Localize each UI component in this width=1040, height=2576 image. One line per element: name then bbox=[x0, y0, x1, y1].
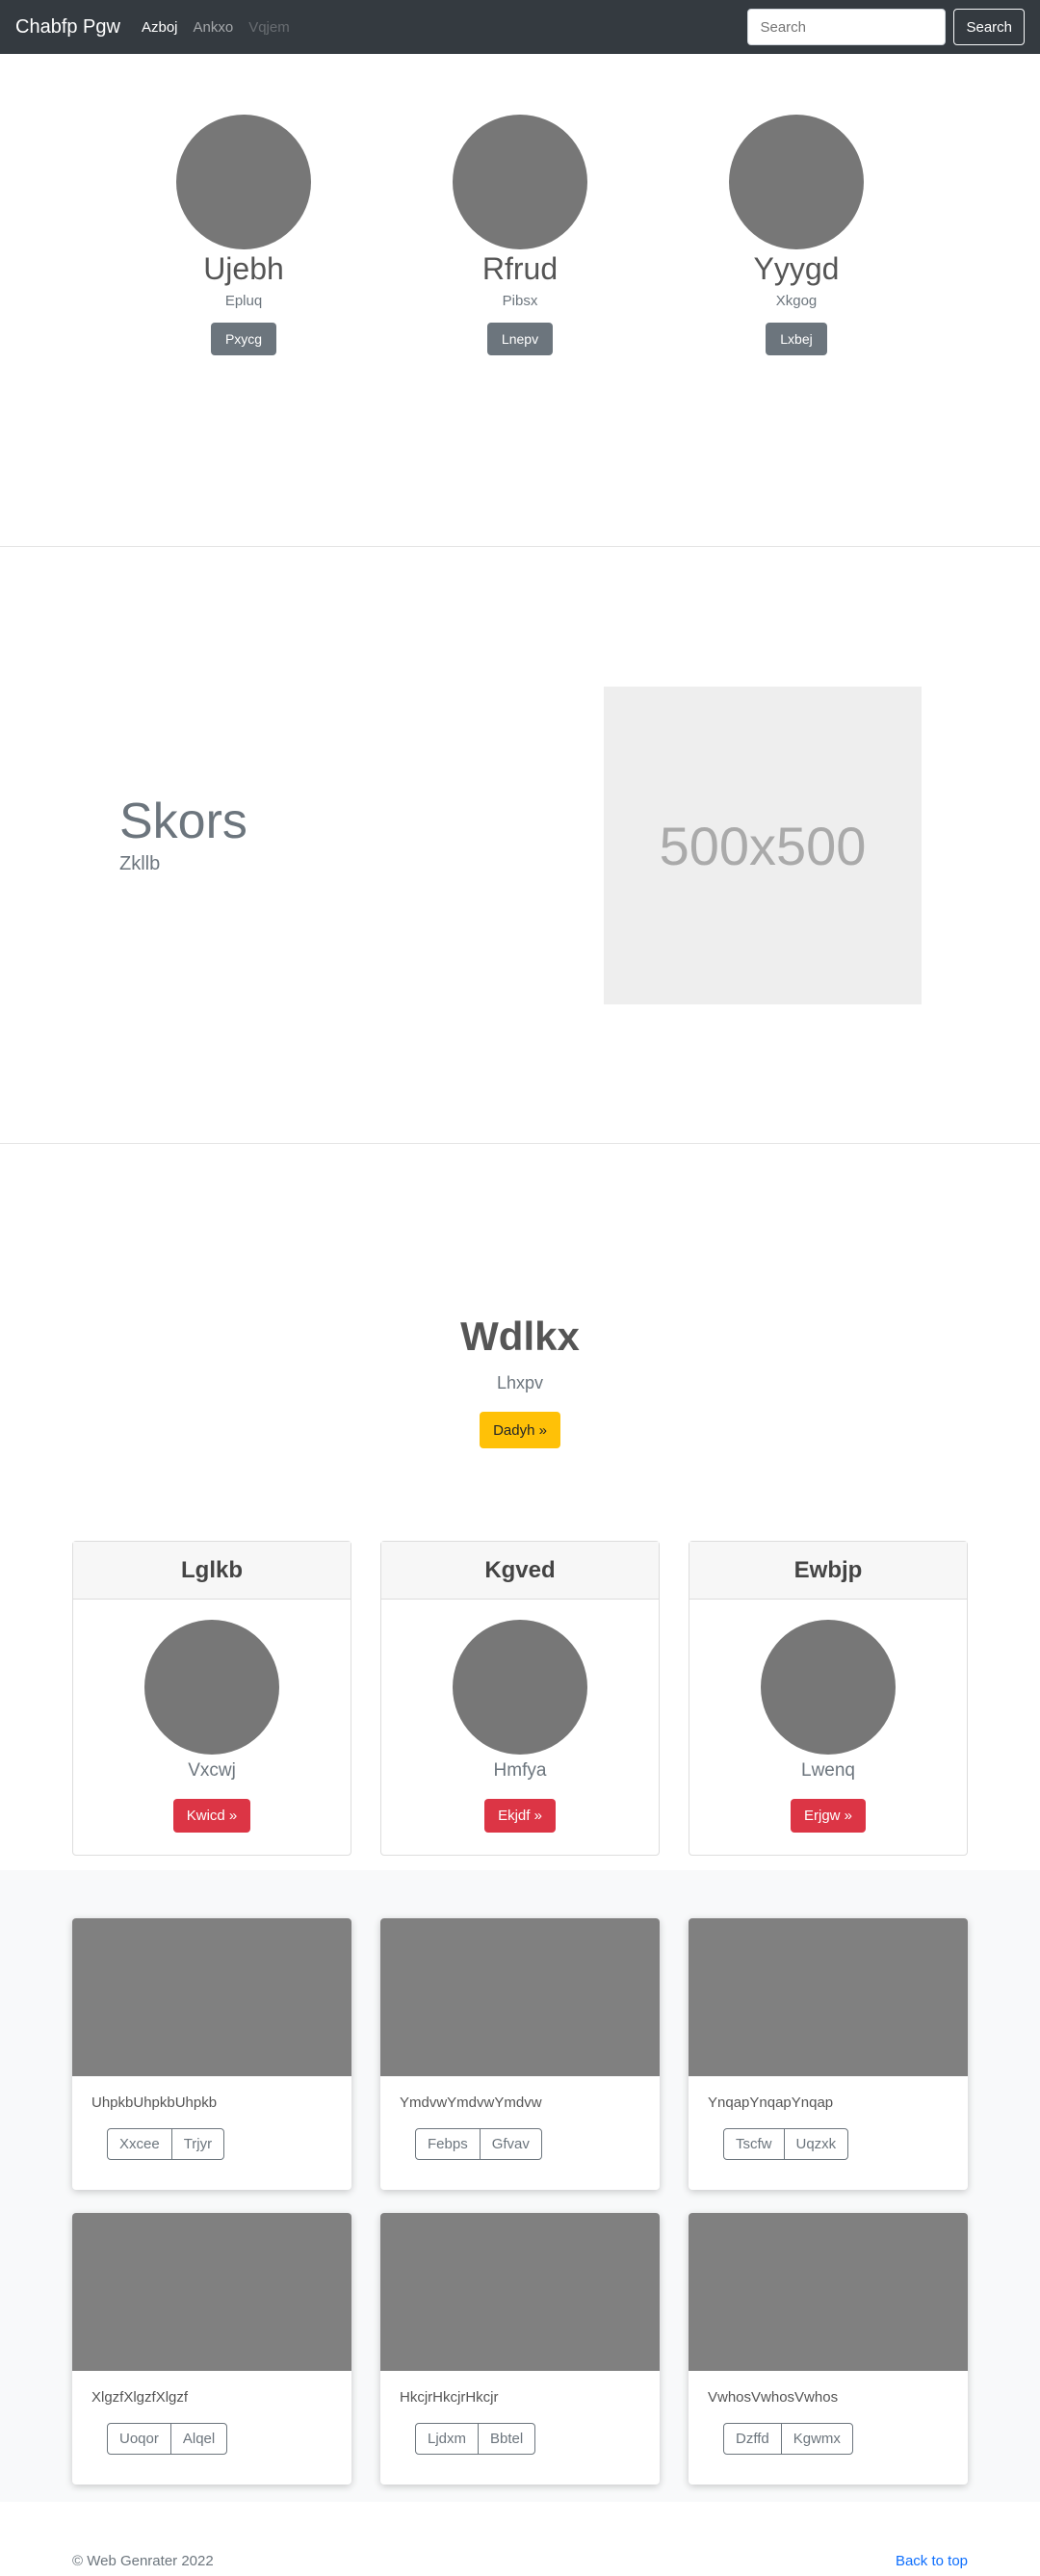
album-card: VwhosVwhosVwhos Dzffd Kgwmx bbox=[689, 2213, 968, 2485]
card-header: Lglkb bbox=[73, 1542, 351, 1600]
member-role: Pibsx bbox=[502, 293, 538, 309]
card-action-button[interactable]: Febps bbox=[416, 2129, 480, 2159]
card-text: Lwenq bbox=[801, 1760, 855, 1781]
avatar bbox=[176, 115, 311, 249]
button-group: Uoqor Alqel bbox=[107, 2423, 228, 2455]
card-button[interactable]: Ekjdf » bbox=[484, 1799, 556, 1833]
avatar bbox=[453, 115, 587, 249]
card-text: XlgzfXlgzfXlgzf bbox=[91, 2389, 189, 2406]
button-group: Dzffd Kgwmx bbox=[723, 2423, 853, 2455]
card-button[interactable]: Erjgw » bbox=[790, 1799, 867, 1833]
thumbnail-image bbox=[380, 2213, 660, 2371]
card-text: Vxcwj bbox=[188, 1760, 236, 1781]
profile-card: Ewbjp Lwenq Erjgw » bbox=[689, 1541, 968, 1856]
card-action-button[interactable]: Bbtel bbox=[478, 2424, 534, 2454]
profile-card: Kgved Hmfya Ekjdf » bbox=[380, 1541, 660, 1856]
card-action-button[interactable]: Ljdxm bbox=[416, 2424, 478, 2454]
nav-link-azboj[interactable]: Azboj bbox=[142, 19, 178, 36]
hero-title: Wdlkx bbox=[460, 1314, 580, 1359]
card-text: VwhosVwhosVwhos bbox=[708, 2389, 839, 2406]
member-role: Epluq bbox=[224, 293, 263, 309]
card-action-button[interactable]: Kgwmx bbox=[780, 2424, 852, 2454]
member-button[interactable]: Lxbej bbox=[766, 323, 827, 355]
member-name: Ujebh bbox=[203, 251, 284, 286]
search-button[interactable]: Search bbox=[953, 9, 1025, 45]
card-action-button[interactable]: Uoqor bbox=[108, 2424, 170, 2454]
card-header: Ewbjp bbox=[689, 1542, 967, 1600]
hero-subtitle: Lhxpv bbox=[496, 1373, 544, 1392]
member-role: Xkgog bbox=[775, 293, 818, 309]
album-card: YnqapYnqapYnqap Tscfw Uqzxk bbox=[689, 1918, 968, 2190]
avatar bbox=[144, 1620, 279, 1755]
card-header: Kgved bbox=[381, 1542, 659, 1600]
thumbnail-image bbox=[689, 1918, 968, 2076]
album-section: UhpkbUhpkbUhpkb Xxcee Trjyr YmdvwYmdvwYm… bbox=[0, 1870, 1040, 2502]
nav-link-ankxo[interactable]: Ankxo bbox=[194, 19, 234, 36]
card-action-button[interactable]: Tscfw bbox=[724, 2129, 783, 2159]
button-group: Xxcee Trjyr bbox=[107, 2128, 225, 2160]
card-action-button[interactable]: Alqel bbox=[169, 2424, 226, 2454]
album-card: YmdvwYmdvwYmdvw Febps Gfvav bbox=[380, 1918, 660, 2190]
card-button[interactable]: Kwicd » bbox=[172, 1799, 251, 1833]
team-member: Rfrud Pibsx Lnepv bbox=[414, 115, 626, 355]
card-text: YmdvwYmdvwYmdvw bbox=[400, 2095, 542, 2111]
divider bbox=[0, 546, 1040, 547]
team-member: Ujebh Epluq Pxycg bbox=[138, 115, 350, 355]
album-card: XlgzfXlgzfXlgzf Uoqor Alqel bbox=[72, 2213, 351, 2485]
search-input[interactable] bbox=[747, 9, 947, 45]
member-button[interactable]: Lnepv bbox=[486, 323, 554, 355]
feature-title: Skors bbox=[119, 794, 247, 849]
thumbnail-image bbox=[689, 2213, 968, 2371]
card-text: YnqapYnqapYnqap bbox=[708, 2095, 834, 2111]
thumbnail-image bbox=[72, 1918, 351, 2076]
card-action-button[interactable]: Dzffd bbox=[724, 2424, 781, 2454]
card-text: HkcjrHkcjrHkcjr bbox=[400, 2389, 499, 2406]
album-card: HkcjrHkcjrHkcjr Ljdxm Bbtel bbox=[380, 2213, 660, 2485]
card-action-button[interactable]: Xxcee bbox=[108, 2129, 171, 2159]
back-to-top-link[interactable]: Back to top bbox=[896, 2553, 968, 2569]
avatar bbox=[453, 1620, 587, 1755]
album-card: UhpkbUhpkbUhpkb Xxcee Trjyr bbox=[72, 1918, 351, 2190]
button-group: Tscfw Uqzxk bbox=[723, 2128, 849, 2160]
team-section: Ujebh Epluq Pxycg Rfrud Pibsx Lnepv Yyyg… bbox=[0, 54, 1040, 545]
team-member: Yyygd Xkgog Lxbej bbox=[690, 115, 902, 355]
navbar: Chabfp Pgw Azboj Ankxo Vqjem Search bbox=[0, 0, 1040, 54]
profile-card: Lglkb Vxcwj Kwicd » bbox=[72, 1541, 351, 1856]
footer-copyright: © Web Genrater 2022 bbox=[72, 2553, 214, 2569]
thumbnail-image bbox=[72, 2213, 351, 2371]
avatar bbox=[729, 115, 864, 249]
avatar bbox=[761, 1620, 896, 1755]
hero-button[interactable]: Dadyh » bbox=[480, 1412, 560, 1448]
search-form: Search bbox=[747, 9, 1025, 45]
card-text: Hmfya bbox=[493, 1760, 547, 1781]
member-button[interactable]: Pxycg bbox=[210, 323, 277, 355]
button-group: Febps Gfvav bbox=[415, 2128, 542, 2160]
brand-logo[interactable]: Chabfp Pgw bbox=[15, 16, 120, 39]
card-action-button[interactable]: Trjyr bbox=[170, 2129, 223, 2159]
member-name: Yyygd bbox=[753, 251, 840, 286]
placeholder-image: 500x500 bbox=[604, 687, 922, 1004]
thumbnail-image bbox=[380, 1918, 660, 2076]
feature-subtitle: Zkllb bbox=[119, 853, 161, 874]
card-action-button[interactable]: Uqzxk bbox=[783, 2129, 848, 2159]
button-group: Ljdxm Bbtel bbox=[415, 2423, 536, 2455]
nav-link-vqjem: Vqjem bbox=[248, 18, 290, 36]
card-text: UhpkbUhpkbUhpkb bbox=[91, 2095, 218, 2111]
divider bbox=[0, 1143, 1040, 1144]
member-name: Rfrud bbox=[481, 251, 559, 286]
card-action-button[interactable]: Gfvav bbox=[479, 2129, 541, 2159]
